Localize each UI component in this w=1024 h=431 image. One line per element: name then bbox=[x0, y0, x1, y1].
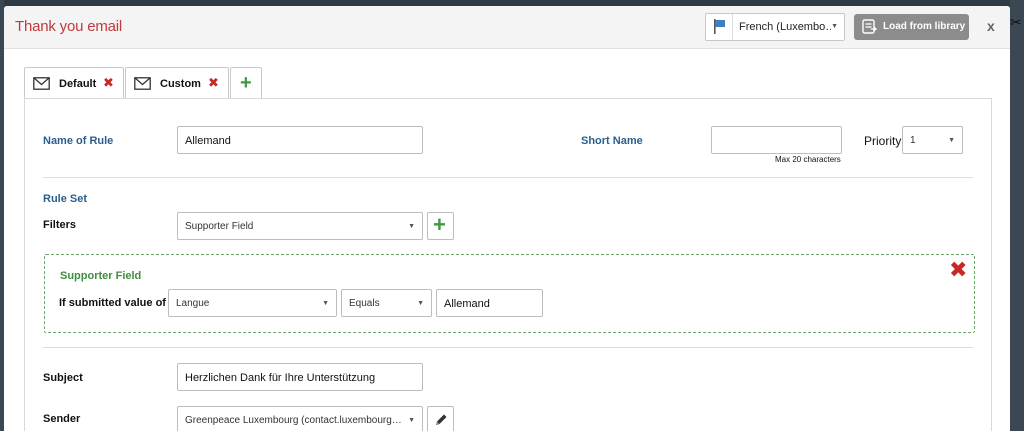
filter-type-value: Supporter Field bbox=[185, 221, 254, 232]
background-right bbox=[1010, 0, 1024, 431]
sender-value: Greenpeace Luxembourg (contact.luxembour… bbox=[185, 415, 402, 426]
chevron-down-icon: ▼ bbox=[831, 23, 838, 30]
short-name-input[interactable] bbox=[711, 126, 842, 154]
plus-icon: + bbox=[433, 212, 446, 237]
divider bbox=[43, 347, 973, 348]
supporter-field-filter: Supporter Field ✖ If submitted value of … bbox=[44, 254, 975, 333]
envelope-icon bbox=[134, 77, 151, 90]
filters-label: Filters bbox=[43, 219, 77, 231]
modal-title: Thank you email bbox=[15, 18, 123, 35]
library-icon bbox=[862, 19, 877, 34]
remove-filter-icon[interactable]: ✖ bbox=[949, 257, 967, 283]
divider bbox=[43, 177, 973, 178]
thank-you-email-modal: Thank you email French (Luxembo… ▼ Load … bbox=[4, 6, 1010, 431]
tab-default[interactable]: Default ✖ bbox=[24, 67, 124, 99]
operator-value: Equals bbox=[349, 298, 380, 309]
filter-type-select[interactable]: Supporter Field ▼ bbox=[177, 212, 423, 240]
tab-custom-label: Custom bbox=[160, 78, 201, 90]
background-tool-icon: ✂ bbox=[1010, 14, 1022, 30]
chevron-down-icon: ▼ bbox=[322, 300, 329, 307]
chevron-down-icon: ▼ bbox=[417, 300, 424, 307]
field-select[interactable]: Langue ▼ bbox=[168, 289, 337, 317]
pencil-icon bbox=[436, 414, 447, 425]
filter-title: Supporter Field bbox=[60, 270, 142, 282]
priority-value: 1 bbox=[910, 135, 916, 146]
chevron-down-icon: ▼ bbox=[408, 223, 415, 230]
tab-custom[interactable]: Custom ✖ bbox=[125, 67, 229, 99]
close-icon[interactable]: x bbox=[987, 18, 995, 34]
chevron-down-icon: ▼ bbox=[408, 417, 415, 424]
sender-label: Sender bbox=[43, 413, 81, 425]
delete-tab-default-icon[interactable]: ✖ bbox=[103, 75, 114, 91]
filter-value-input[interactable]: Allemand bbox=[436, 289, 543, 317]
subject-label: Subject bbox=[43, 372, 83, 384]
operator-select[interactable]: Equals ▼ bbox=[341, 289, 432, 317]
envelope-icon bbox=[33, 77, 50, 90]
flag-icon-box bbox=[706, 14, 733, 40]
priority-label: Priority bbox=[864, 134, 902, 148]
delete-tab-custom-icon[interactable]: ✖ bbox=[208, 75, 219, 91]
priority-select[interactable]: 1 ▼ bbox=[902, 126, 963, 154]
edit-sender-button[interactable] bbox=[427, 406, 454, 431]
rule-form-panel: Name of Rule Allemand Short Name Max 20 … bbox=[24, 98, 992, 431]
name-of-rule-input[interactable]: Allemand bbox=[177, 126, 423, 154]
language-select[interactable]: French (Luxembo… ▼ bbox=[705, 13, 845, 41]
load-from-library-button[interactable]: Load from library bbox=[854, 14, 969, 40]
flag-icon bbox=[714, 19, 725, 34]
tab-default-label: Default bbox=[59, 78, 97, 90]
short-name-hint: Max 20 characters bbox=[775, 155, 841, 164]
language-value: French (Luxembo… bbox=[739, 21, 831, 33]
field-value: Langue bbox=[176, 298, 210, 309]
rule-set-heading: Rule Set bbox=[43, 193, 88, 205]
subject-input[interactable]: Herzlichen Dank für Ihre Unterstützung bbox=[177, 363, 423, 391]
plus-icon: + bbox=[240, 72, 252, 94]
add-tab-button[interactable]: + bbox=[230, 67, 262, 99]
name-of-rule-label: Name of Rule bbox=[43, 135, 114, 147]
sender-select[interactable]: Greenpeace Luxembourg (contact.luxembour… bbox=[177, 406, 423, 431]
modal-header: Thank you email French (Luxembo… ▼ Load … bbox=[4, 6, 1010, 49]
condition-label: If submitted value of bbox=[59, 297, 166, 309]
short-name-label: Short Name bbox=[581, 135, 643, 147]
add-filter-button[interactable]: + bbox=[427, 212, 454, 240]
load-from-library-label: Load from library bbox=[883, 21, 966, 32]
chevron-down-icon: ▼ bbox=[948, 137, 955, 144]
